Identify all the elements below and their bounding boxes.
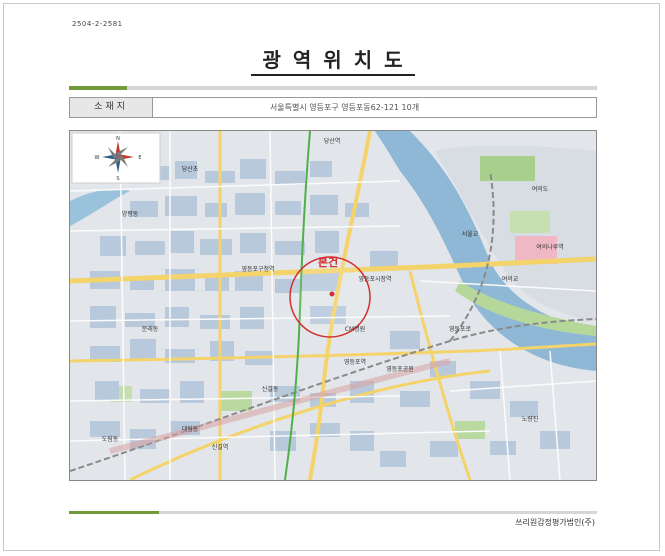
subject-point <box>329 291 335 297</box>
map-place-label: 대림동 <box>182 425 199 433</box>
svg-text:W: W <box>95 155 100 161</box>
bottom-divider-accent <box>69 511 159 514</box>
map-place-label: 여의도 <box>532 185 549 193</box>
firm-name: 쓰리원감정평가법인(주) <box>515 518 595 527</box>
park-block-2 <box>510 211 550 233</box>
page-title-text: 광역위치도 <box>250 48 415 76</box>
map-place-label: 노량진 <box>522 415 539 423</box>
map-place-label: 영등포구청역 <box>241 265 274 273</box>
map-place-label: 영등포로 <box>449 325 472 333</box>
park-block <box>480 156 535 181</box>
map-place-label: 신길역 <box>212 443 229 451</box>
location-map[interactable]: N S E W 본건 당산역영등포구청역영등포시장역영등포역신길역 노량진 여의도 C… <box>69 130 597 481</box>
location-label: 소재지 <box>70 98 153 117</box>
map-place-label: 당산역 <box>324 137 341 145</box>
top-divider-accent <box>69 86 127 90</box>
map-place-label: 신길동 <box>262 385 279 393</box>
compass: N S E W <box>71 132 161 184</box>
location-row: 소재지 서울특별시 영등포구 영등포동62-121 10개 <box>69 97 597 118</box>
map-place-label: 서울교 <box>462 230 479 238</box>
map-canvas: N S E W 본건 당산역영등포구청역영등포시장역영등포역신길역 노량진 여의도 C… <box>70 131 596 480</box>
map-place-label: 영등포시장역 <box>358 275 391 283</box>
subject-radius-circle <box>289 256 371 338</box>
page-title: 광역위치도 <box>0 44 665 76</box>
document-code: 2504-2-2581 <box>72 20 123 28</box>
svg-text:E: E <box>138 155 141 161</box>
location-address: 서울특별시 영등포구 영등포동62-121 10개 <box>269 103 420 112</box>
map-place-label: 영등포공원 <box>386 365 414 373</box>
map-place-label: CM병원 <box>345 325 365 333</box>
map-place-label: 문래동 <box>142 325 159 333</box>
map-place-label: 여의교 <box>502 275 519 283</box>
subject-label: 본건 <box>318 255 338 269</box>
bottom-divider <box>69 511 597 514</box>
svg-text:N: N <box>116 136 120 142</box>
map-place-label: 양평동 <box>122 210 139 218</box>
park-block-4 <box>455 421 485 439</box>
park-block-3 <box>220 391 252 411</box>
svg-text:S: S <box>116 176 119 182</box>
top-divider <box>69 86 597 90</box>
page: 2504-2-2581 광역위치도 소재지 서울특별시 영등포구 영등포동62-… <box>0 0 665 556</box>
map-place-label: 영등포역 <box>344 358 366 366</box>
map-place-label: 당산초 <box>182 165 199 173</box>
map-place-label: 도림동 <box>102 435 119 443</box>
map-place-label: 여의나루역 <box>536 243 564 251</box>
